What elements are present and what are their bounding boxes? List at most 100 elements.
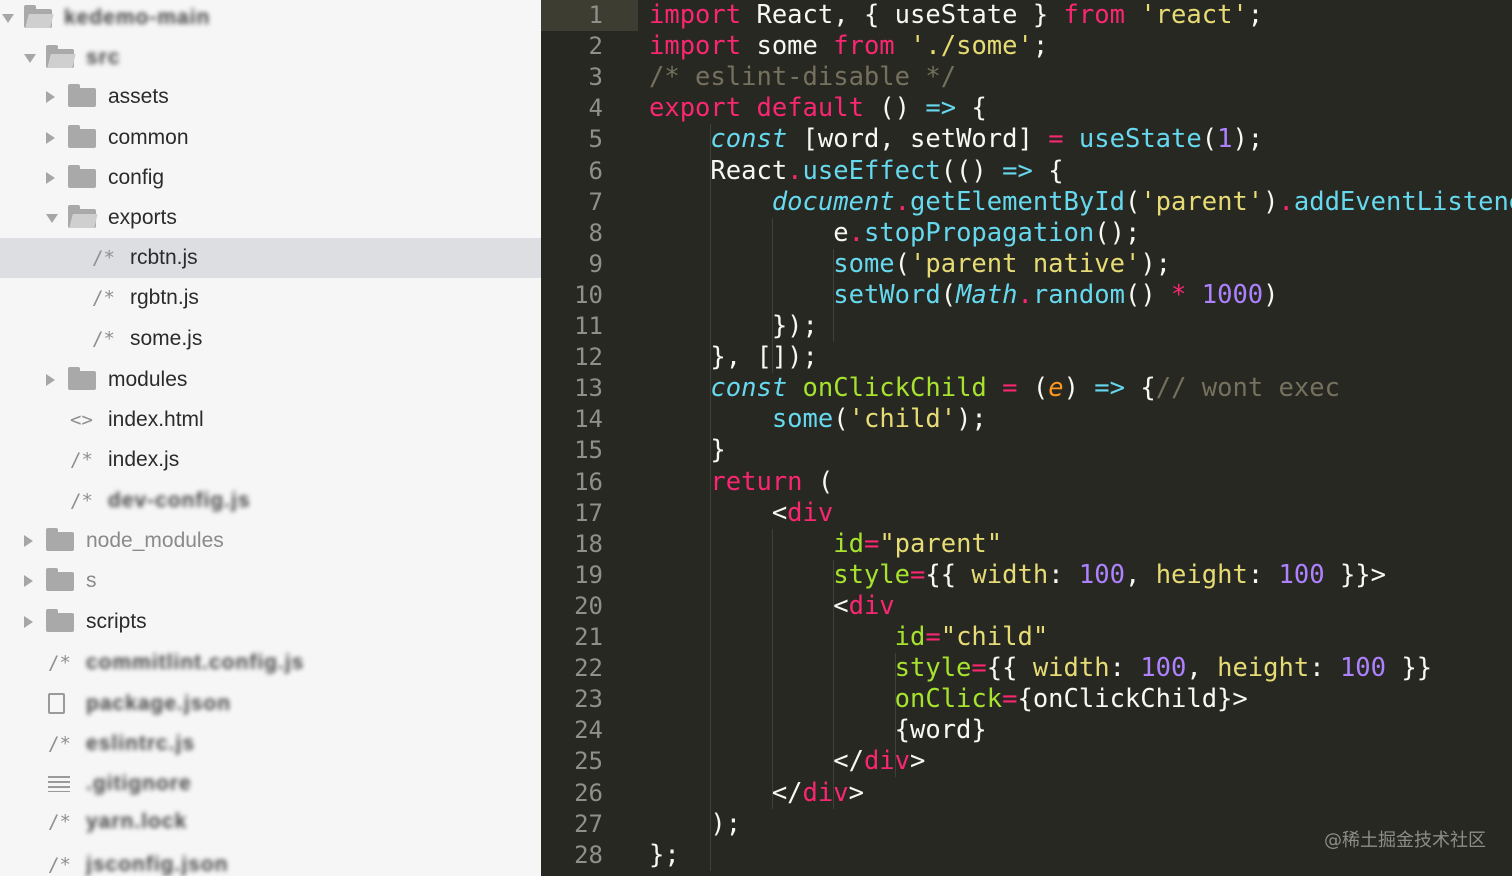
- code-line[interactable]: some('child');: [649, 404, 987, 435]
- code-token: =>: [1002, 155, 1033, 186]
- code-token: <: [649, 497, 788, 528]
- tree-item[interactable]: /* yarn.lock: [0, 802, 541, 842]
- chevron-right-icon[interactable]: [46, 132, 55, 144]
- code-line[interactable]: import some from './some';: [649, 31, 1048, 62]
- tree-item[interactable]: .gitignore: [0, 764, 541, 804]
- tree-item[interactable]: common: [0, 118, 541, 158]
- chevron-right-icon[interactable]: [24, 575, 33, 587]
- line-number: 16: [574, 467, 603, 496]
- code-token: return: [710, 466, 803, 497]
- code-line[interactable]: const [word, setWord] = useState(1);: [649, 124, 1263, 155]
- code-token: ,: [1124, 559, 1156, 590]
- code-token: ,: [1186, 653, 1218, 684]
- code-token: =: [1002, 684, 1018, 715]
- tree-item[interactable]: /* dev-config.js: [0, 481, 541, 521]
- line-number: 8: [588, 218, 603, 247]
- chevron-down-icon[interactable]: [46, 214, 58, 223]
- tree-item-label: common: [108, 126, 189, 149]
- watermark-text: @稀土掘金技术社区: [1324, 830, 1486, 851]
- chevron-down-icon[interactable]: [2, 14, 14, 23]
- tree-item[interactable]: src: [0, 38, 541, 78]
- code-line[interactable]: export default () => {: [649, 93, 987, 124]
- code-token: import: [649, 0, 742, 30]
- code-line[interactable]: id="child": [649, 622, 1049, 653]
- code-token: useEffect: [802, 155, 941, 186]
- code-line[interactable]: );: [649, 809, 741, 840]
- code-line[interactable]: some('parent native');: [649, 249, 1171, 280]
- tree-item-label: exports: [108, 206, 177, 229]
- chevron-right-icon[interactable]: [24, 535, 33, 547]
- tree-item-label: modules: [108, 368, 188, 391]
- tree-item-label: rcbtn.js: [130, 246, 198, 269]
- tree-item[interactable]: /* index.js: [0, 440, 541, 480]
- tree-item[interactable]: /* eslintrc.js: [0, 724, 541, 764]
- code-line[interactable]: });: [649, 311, 818, 342]
- code-line[interactable]: setWord(Math.random() * 1000): [649, 279, 1278, 311]
- code-token: }: [649, 435, 726, 466]
- tree-item[interactable]: s: [0, 561, 541, 601]
- tree-item[interactable]: modules: [0, 360, 541, 400]
- code-line[interactable]: React.useEffect(() => {: [649, 155, 1063, 187]
- code-token: Math: [956, 279, 1018, 310]
- code-line[interactable]: /* eslint-disable */: [649, 62, 956, 93]
- code-token: {{: [925, 559, 972, 590]
- chevron-down-icon[interactable]: [24, 54, 36, 63]
- code-line[interactable]: id="parent": [649, 529, 1002, 560]
- chevron-right-icon[interactable]: [46, 172, 55, 184]
- code-line[interactable]: {word}: [649, 715, 987, 746]
- tree-item[interactable]: /* commitlint.config.js: [0, 643, 541, 683]
- code-line[interactable]: }, []);: [649, 342, 817, 373]
- chevron-right-icon[interactable]: [46, 374, 55, 386]
- code-line[interactable]: </div>: [649, 778, 864, 809]
- code-line[interactable]: };: [649, 840, 680, 871]
- tree-item[interactable]: node_modules: [0, 521, 541, 561]
- tree-item[interactable]: /* rcbtn.js: [0, 238, 541, 278]
- tree-item[interactable]: scripts: [0, 602, 541, 642]
- tree-item[interactable]: /* some.js: [0, 319, 541, 359]
- code-line[interactable]: const onClickChild = (e) => {// wont exe…: [649, 373, 1340, 404]
- code-token: 'react': [1140, 0, 1248, 30]
- chevron-right-icon[interactable]: [46, 91, 55, 103]
- code-editor[interactable]: 1 2 3 4 5 6 7 8 9 10 11 12 13 14 15 16 17 18 19 20 21 22 23 24 2…: [541, 0, 1512, 876]
- code-line[interactable]: onClick={onClickChild}>: [649, 684, 1248, 715]
- code-token: height: [1217, 653, 1310, 684]
- tree-item[interactable]: package.json: [0, 684, 541, 724]
- js-file-icon: /*: [92, 328, 115, 350]
- code-token: export: [649, 93, 742, 124]
- code-token: =: [1048, 124, 1064, 155]
- code-token: :: [1309, 653, 1340, 684]
- code-line[interactable]: return (: [649, 467, 833, 498]
- code-token: [word, setWord]: [787, 124, 1049, 155]
- code-line[interactable]: <div: [649, 590, 895, 622]
- tree-item[interactable]: config: [0, 158, 541, 198]
- tree-item[interactable]: /* jsconfig.json: [0, 845, 541, 876]
- code-line[interactable]: style={{ width: 100, height: 100 }}>: [649, 560, 1386, 591]
- line-number: 5: [588, 125, 603, 154]
- tree-item[interactable]: <> index.html: [0, 400, 541, 440]
- chevron-right-icon[interactable]: [24, 616, 33, 628]
- code-line[interactable]: document.getElementById('parent').addEve…: [649, 187, 1512, 218]
- code-line[interactable]: }: [649, 435, 726, 466]
- code-token: div: [848, 590, 895, 621]
- code-line[interactable]: style={{ width: 100, height: 100 }}: [649, 653, 1432, 684]
- line-number: 27: [574, 809, 603, 838]
- js-file-icon: /*: [48, 652, 71, 674]
- tree-item[interactable]: exports: [0, 198, 541, 238]
- tree-item[interactable]: /* rgbtn.js: [0, 278, 541, 318]
- tree-item[interactable]: kedemo-main: [0, 0, 541, 38]
- code-token: onClick: [894, 684, 1003, 715]
- code-token: document: [771, 186, 895, 217]
- code-token: };: [649, 839, 680, 870]
- code-line[interactable]: </div>: [649, 746, 925, 777]
- code-line[interactable]: <div: [649, 498, 833, 529]
- code-line[interactable]: e.stopPropagation();: [649, 218, 1140, 249]
- code-token: {word}: [649, 715, 987, 746]
- tree-item[interactable]: assets: [0, 77, 541, 117]
- code-line[interactable]: import React, { useState } from 'react';: [649, 0, 1263, 31]
